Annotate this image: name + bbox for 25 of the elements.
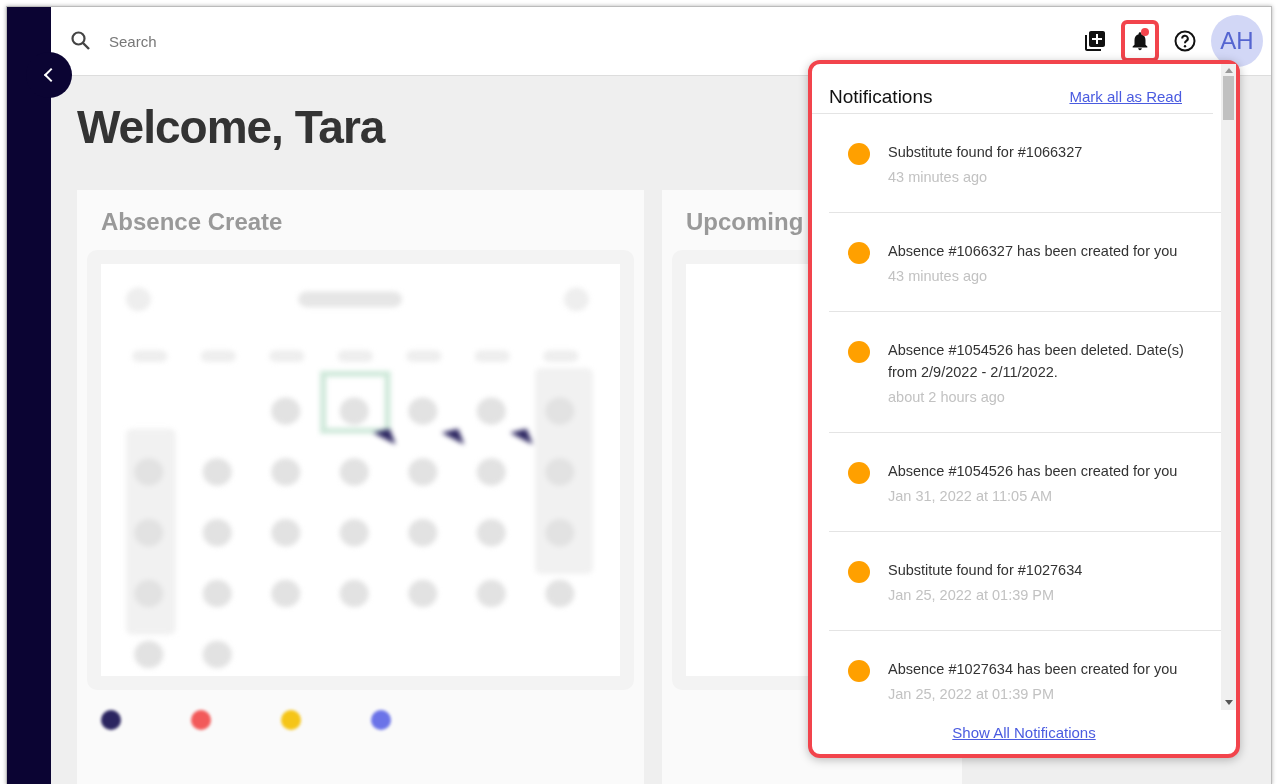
notification-text: Absence #1054526 has been deleted. Date(s) from 2/9/2022 - 2/11/2022. [888,341,1185,382]
search-field[interactable]: Search [107,31,411,51]
notification-time: Jan 25, 2022 at 01:39 PM [888,686,1056,702]
notification-text: Substitute found for #1027634 [888,561,1083,580]
scrollbar[interactable] [1221,64,1236,710]
notification-time: Jan 31, 2022 at 11:05 AM [888,488,1054,504]
help-icon [1173,29,1197,53]
notification-text: Substitute found for #1066327 [888,143,1083,162]
mark-all-read-link[interactable]: Mark all as Read [1069,88,1182,105]
notification-text: Absence #1027634 has been created for you [888,660,1178,679]
show-all-link[interactable]: Show All Notifications [952,723,1096,741]
scroll-down-icon[interactable] [1224,700,1233,706]
card-title: Upcoming [686,208,804,236]
user-avatar[interactable]: AH [1211,15,1263,67]
notification-time: Jan 25, 2022 at 01:39 PM [888,587,1056,603]
notification-time: 43 minutes ago [888,268,989,284]
notification-time: about 2 hours ago [888,389,1006,405]
panel-title: Notifications [829,85,933,108]
scrollbar-thumb[interactable] [1223,76,1234,120]
notification-text: Absence #1066327 has been created for you [888,242,1178,261]
add-box-icon [1083,29,1107,53]
notification-text: Absence #1054526 has been created for you [888,462,1178,481]
card-title: Absence Create [101,208,283,236]
page-title: Welcome, Tara [77,100,385,154]
notification-time: 43 minutes ago [888,169,989,185]
